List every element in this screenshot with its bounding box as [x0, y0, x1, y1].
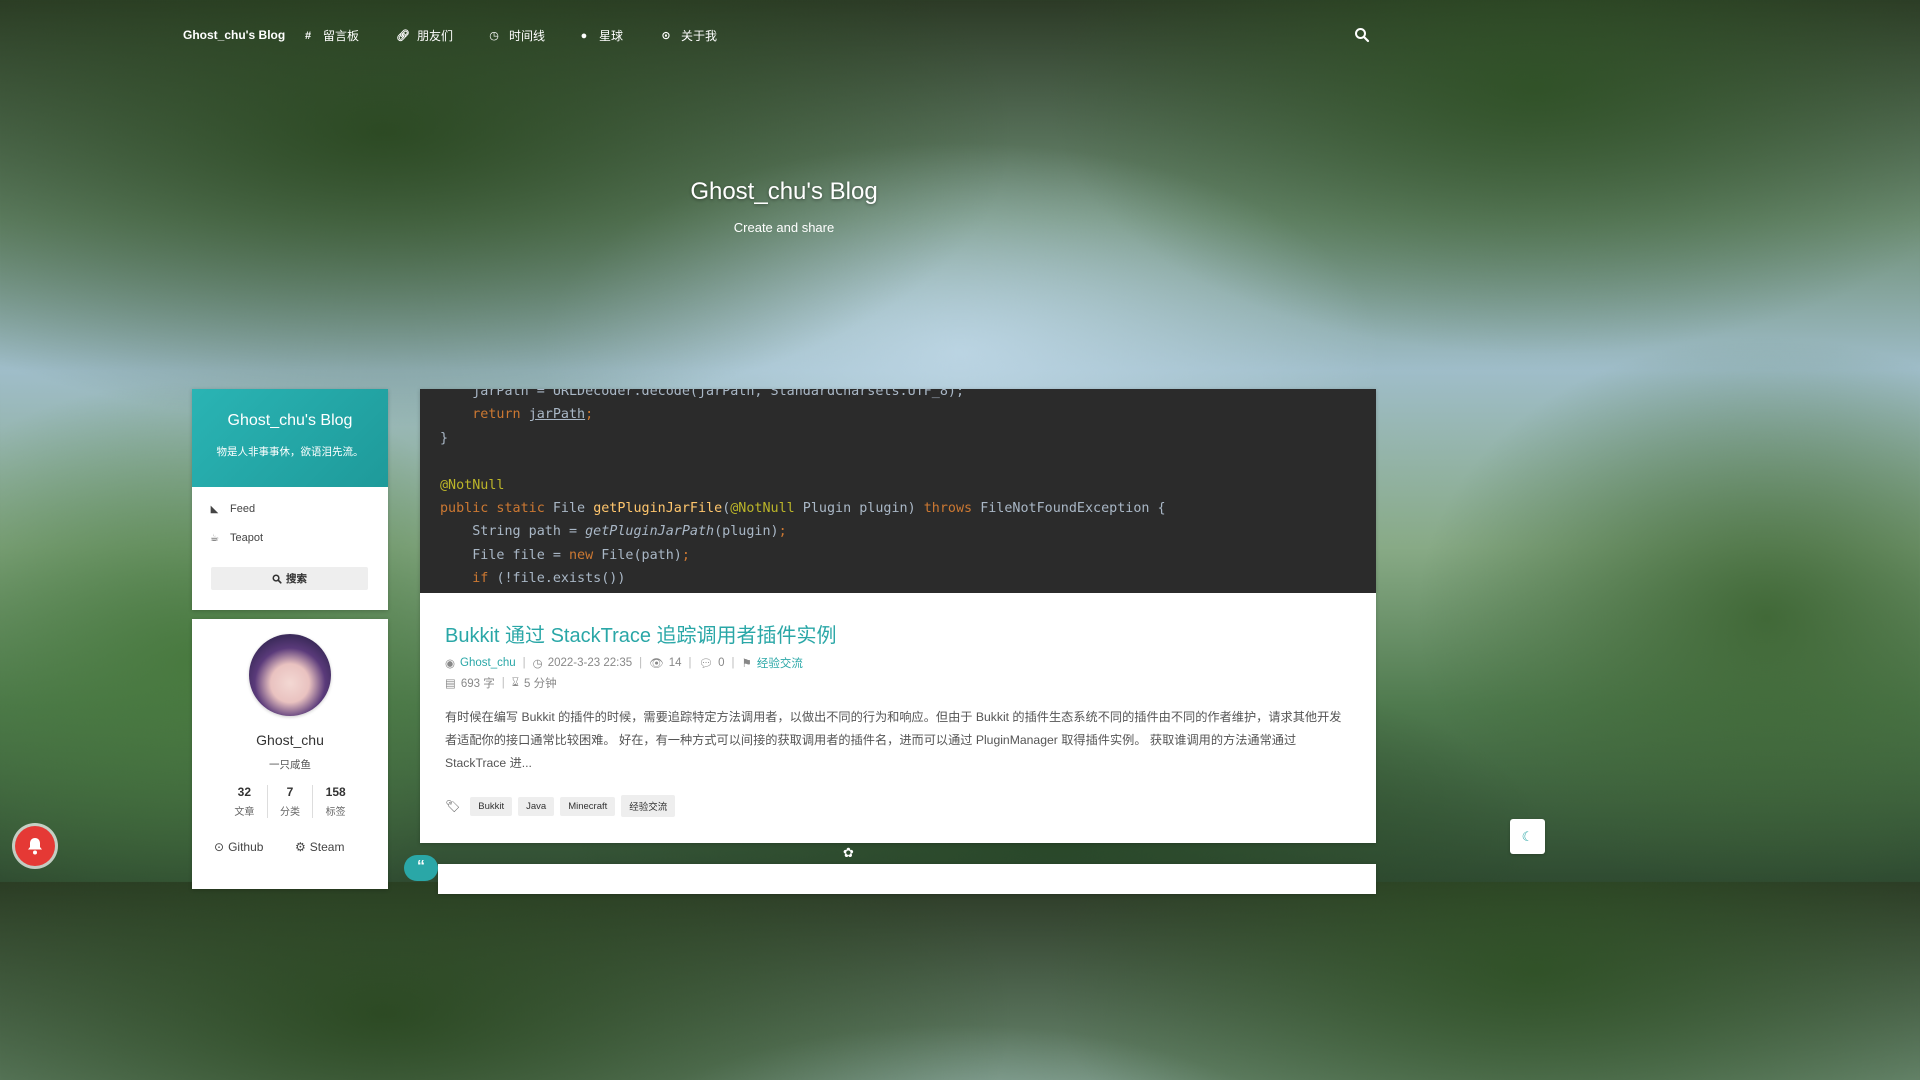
sidebar-title: Ghost_chu's Blog: [227, 412, 353, 429]
avatar: [249, 634, 331, 716]
social-label: Github: [228, 840, 264, 854]
social-link-steam[interactable]: ⚙︎ Steam: [295, 840, 344, 854]
nav-label: 关于我: [681, 29, 718, 43]
hero-title: Ghost_chu's Blog: [690, 178, 878, 205]
clock-icon: ◷: [489, 30, 499, 42]
hash-icon: #: [304, 29, 312, 42]
nav-item-timeline[interactable]: ◷ 时间线: [488, 27, 545, 44]
post-author[interactable]: Ghost_chu: [460, 657, 516, 669]
flower-icon: ✿: [843, 845, 854, 860]
stat-number: 158: [325, 785, 346, 799]
coffee-icon: ☕︎: [210, 532, 219, 544]
nav-item-guestbook[interactable]: # 留言板: [302, 27, 359, 44]
post-date: 2022-3-23 22:35: [547, 657, 633, 669]
next-post-card: [438, 864, 1376, 894]
navbar: Ghost_chu's Blog # 留言板 🔗︎ 朋友们 ◷ 时间线 ● 星球…: [0, 0, 1568, 70]
post-title[interactable]: Bukkit 通过 StackTrace 追踪调用者插件实例: [445, 619, 837, 648]
stat-label: 标签: [325, 807, 346, 818]
tag-experience[interactable]: 经验交流: [621, 795, 676, 817]
code-line: return jarPath;: [440, 407, 594, 422]
meta-separator: |: [639, 657, 643, 669]
site-brand[interactable]: Ghost_chu's Blog: [183, 28, 285, 42]
profile-stats: 32 文章 7 分类 158 标签: [222, 785, 358, 818]
post-word-count: 693 字: [460, 678, 495, 690]
nav-label: 留言板: [323, 29, 360, 43]
post-meta: ◉ Ghost_chu | ◷ 2022-3-23 22:35 | 👁︎ 14 …: [445, 655, 803, 671]
link-icon: 🔗︎: [396, 30, 410, 42]
meta-separator: |: [731, 657, 735, 669]
hourglass-icon: ⌛︎: [511, 676, 520, 689]
tags-icon: 🏷︎: [445, 799, 461, 813]
rss-icon: ◣: [210, 503, 219, 515]
meta-separator: |: [522, 657, 526, 669]
post-card: jarPath = URLDecoder.decode(jarPath, Sta…: [420, 389, 1376, 843]
file-icon: ▤: [445, 678, 456, 690]
nav-label: 时间线: [509, 29, 546, 43]
stat-tags[interactable]: 158 标签: [313, 785, 358, 818]
clock-icon: ◷: [532, 658, 543, 670]
sidebar-motto: 物是人非事事休，欲语泪先流。: [216, 446, 364, 458]
profile-name: Ghost_chu: [256, 732, 324, 748]
dark-mode-toggle[interactable]: ☾: [1510, 819, 1545, 854]
meta-separator: |: [501, 677, 505, 689]
stat-number: 7: [286, 785, 294, 799]
post-category[interactable]: 经验交流: [757, 655, 803, 671]
sidebar-header: Ghost_chu's Blog 物是人非事事休，欲语泪先流。: [192, 389, 388, 487]
sidebar-link-feed[interactable]: ◣ Feed: [209, 503, 255, 515]
code-line: }: [440, 431, 449, 446]
code-line: if (!file.exists()): [440, 571, 626, 586]
stat-articles[interactable]: 32 文章: [222, 785, 268, 818]
code-line: String path = getPluginJarPath(plugin);: [440, 524, 787, 539]
social-link-github[interactable]: ⊙ Github: [214, 840, 263, 854]
github-icon: ⊙: [661, 30, 671, 42]
github-icon: ⊙: [214, 840, 225, 854]
globe-icon: ●: [580, 29, 588, 42]
post-reading-time: 5 分钟: [524, 678, 557, 690]
nav-item-about[interactable]: ⊙ 关于我: [660, 27, 717, 44]
sidebar-search-label: 搜索: [286, 573, 307, 585]
eye-icon: 👁︎: [649, 658, 664, 670]
sidebar-link-teapot[interactable]: ☕︎ Teapot: [209, 532, 263, 544]
nav-item-planet[interactable]: ● 星球: [578, 27, 623, 44]
comment-icon: 💬︎: [698, 658, 714, 670]
nav-label: 星球: [599, 29, 624, 43]
nav-label: 朋友们: [417, 29, 454, 43]
bell-icon: [28, 838, 42, 855]
stat-label: 文章: [234, 807, 255, 818]
tag-java[interactable]: Java: [518, 796, 555, 816]
code-line: public static File getPluginJarFile(@Not…: [440, 501, 1166, 516]
code-line: File file = new File(path);: [440, 548, 690, 563]
tag-bukkit[interactable]: Bukkit: [470, 796, 513, 816]
post-views: 14: [668, 657, 682, 669]
profile-card: Ghost_chu 一只咸鱼 32 文章 7 分类 158 标签 ⊙ Githu…: [192, 619, 388, 889]
meta-separator: |: [688, 657, 692, 669]
tag-minecraft[interactable]: Minecraft: [560, 796, 616, 816]
bookmark-icon: ⚑: [741, 658, 752, 670]
post-stats: ▤ 693 字 | ⌛︎ 5 分钟: [445, 675, 557, 691]
search-icon: [272, 574, 282, 584]
sidebar-search-button[interactable]: 搜索: [211, 567, 368, 590]
code-line: @NotNull: [440, 478, 505, 493]
sidebar-site-card: Ghost_chu's Blog 物是人非事事休，欲语泪先流。 ◣ Feed ☕…: [192, 389, 388, 610]
post-cover-code[interactable]: jarPath = URLDecoder.decode(jarPath, Sta…: [420, 389, 1376, 593]
post-tags: 🏷︎ Bukkit Java Minecraft 经验交流: [445, 795, 676, 817]
sidebar-link-label: Feed: [230, 503, 256, 515]
post-comments: 0: [718, 657, 725, 669]
stat-number: 32: [237, 785, 252, 799]
profile-description: 一只咸鱼: [269, 759, 311, 771]
sidebar-link-label: Teapot: [230, 532, 264, 544]
stat-label: 分类: [280, 807, 300, 818]
nav-item-friends[interactable]: 🔗︎ 朋友们: [396, 27, 453, 44]
social-label: Steam: [309, 840, 345, 854]
search-icon[interactable]: [1354, 27, 1370, 43]
notification-bell-button[interactable]: [15, 826, 55, 866]
code-line: jarPath = URLDecoder.decode(jarPath, Sta…: [440, 389, 965, 399]
quote-icon: “: [404, 855, 438, 881]
user-icon: ◉: [445, 658, 456, 670]
post-excerpt: 有时候在编写 Bukkit 的插件的时候，需要追踪特定方法调用者，以做出不同的行…: [445, 710, 1342, 770]
stat-categories[interactable]: 7 分类: [268, 785, 314, 818]
steam-icon: ⚙︎: [295, 840, 306, 854]
moon-icon: ☾: [1521, 828, 1534, 844]
hero-subtitle: Create and share: [733, 220, 835, 235]
